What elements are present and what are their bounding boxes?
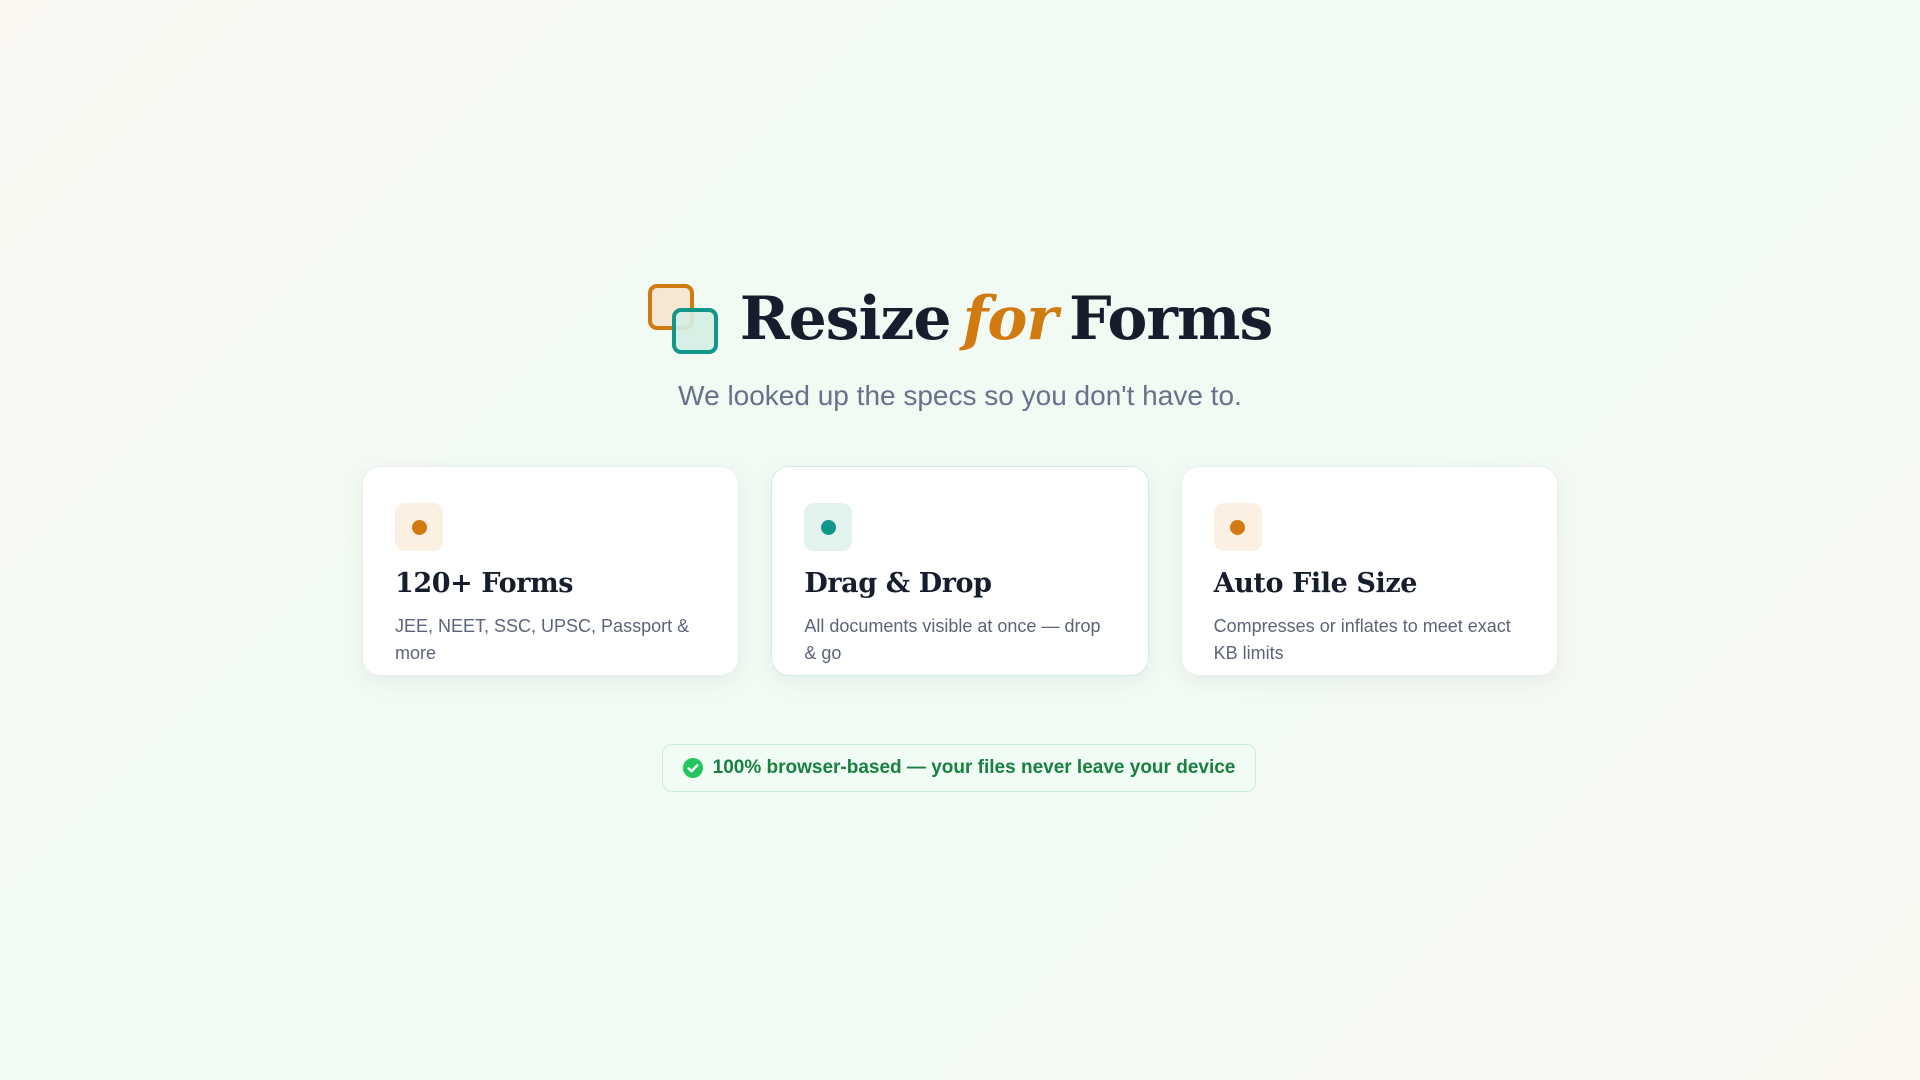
- dot-icon-badge: [395, 503, 443, 551]
- feature-cards: 120+ Forms JEE, NEET, SSC, UPSC, Passpor…: [362, 466, 1558, 676]
- dot-icon: [1230, 519, 1246, 535]
- dot-icon-badge: [804, 503, 853, 551]
- feature-title: Drag & Drop: [804, 568, 992, 599]
- privacy-badge: 100% browser-based — your files never le…: [662, 744, 1256, 792]
- check-circle-icon: [682, 758, 703, 778]
- page-title: Resize for Forms: [740, 289, 1274, 349]
- hero-section: Resize for Forms We looked up the specs so…: [0, 0, 1920, 1080]
- title-accent: for: [962, 284, 1058, 354]
- logo-square-teal: [671, 308, 718, 354]
- logo-icon: [647, 284, 718, 354]
- title-part1: Resize: [739, 284, 952, 354]
- brand-header: Resize for Forms: [0, 284, 1920, 354]
- feature-title: Auto File Size: [1213, 568, 1418, 599]
- feature-card-forms: 120+ Forms JEE, NEET, SSC, UPSC, Passpor…: [362, 466, 740, 676]
- feature-card-auto-size: Auto File Size Compresses or inflates to…: [1180, 466, 1558, 676]
- dot-icon: [411, 519, 427, 535]
- page-subtitle: We looked up the specs so you don't have…: [678, 380, 1242, 411]
- feature-description: JEE, NEET, SSC, UPSC, Passport & more: [395, 616, 690, 663]
- feature-description: Compresses or inflates to meet exact KB …: [1213, 616, 1511, 663]
- dot-icon-badge: [1213, 503, 1262, 551]
- feature-card-drag-drop: Drag & Drop All documents visible at onc…: [771, 466, 1149, 676]
- privacy-text: 100% browser-based — your files never le…: [712, 757, 1236, 778]
- title-part2: Forms: [1069, 284, 1273, 354]
- dot-icon: [820, 519, 836, 535]
- feature-title: 120+ Forms: [395, 568, 574, 599]
- feature-description: All documents visible at once — drop & g…: [804, 616, 1101, 663]
